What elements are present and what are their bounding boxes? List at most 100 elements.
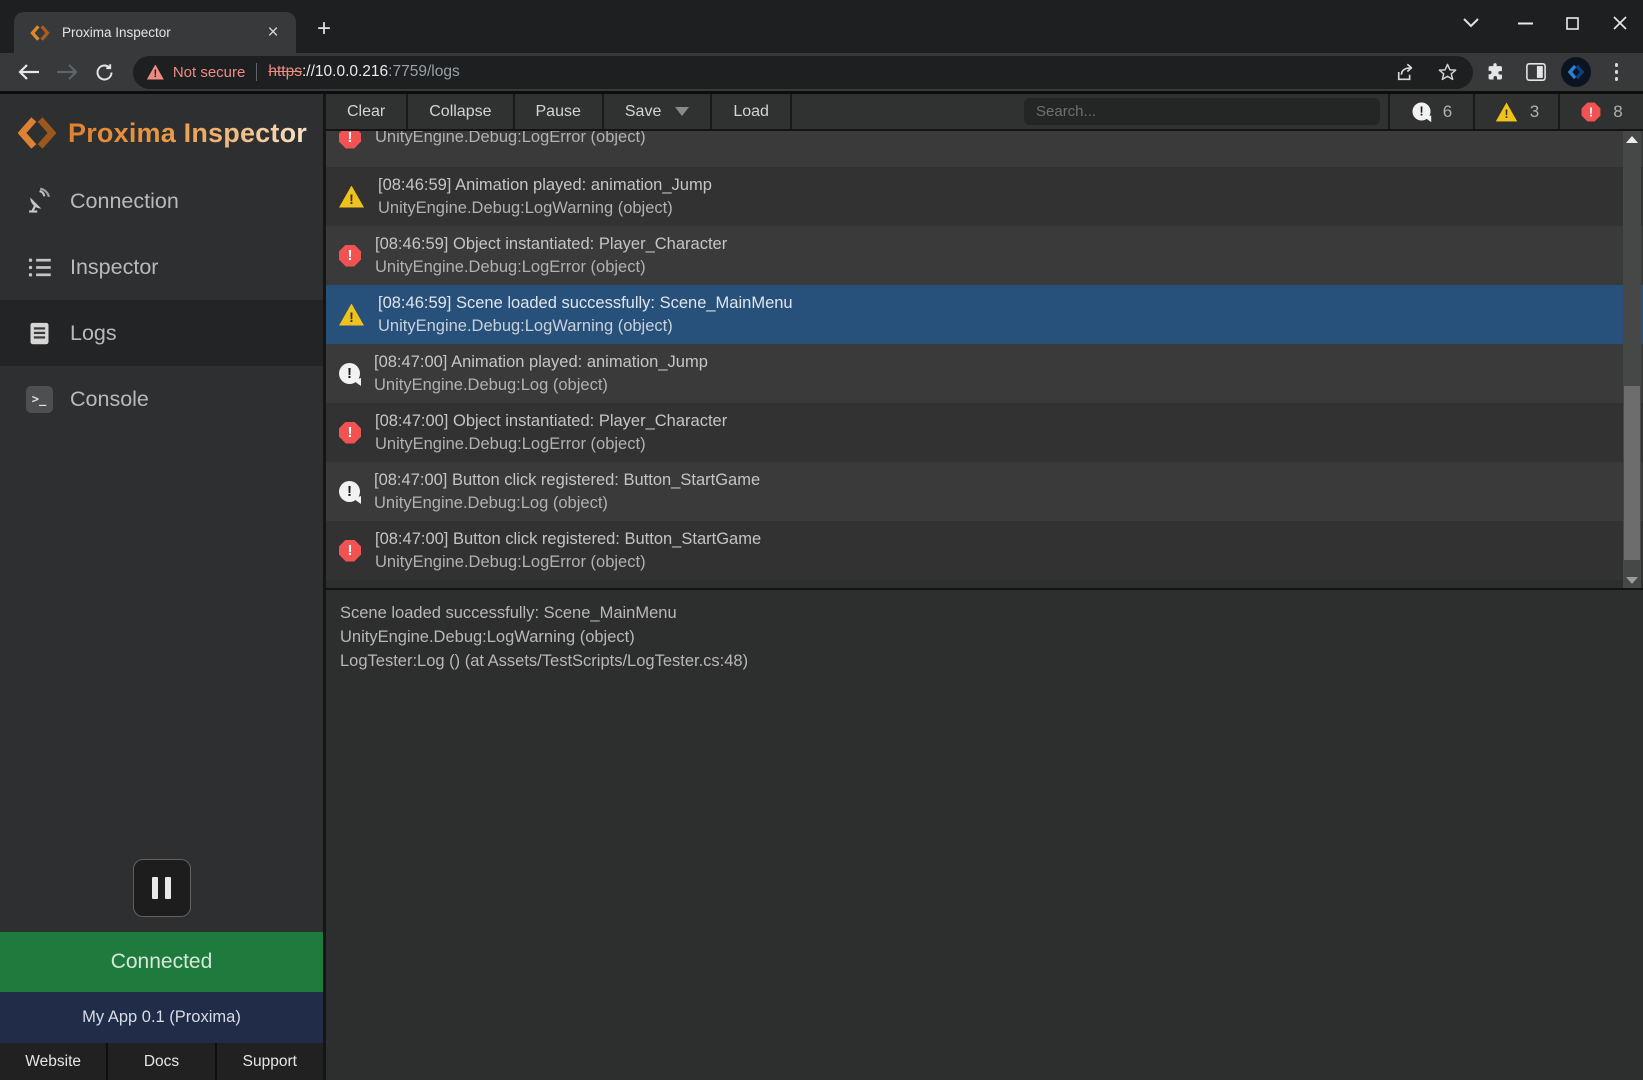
log-row-selected[interactable]: [08:46:59] Scene loaded successfully: Sc… xyxy=(326,285,1643,344)
app-info-bar: My App 0.1 (Proxima) xyxy=(0,992,323,1043)
sidebar: Proxima Inspector Connection xyxy=(0,94,326,1080)
browser-window: Proxima Inspector × + xyxy=(0,0,1643,1080)
error-count-filter[interactable]: 8 xyxy=(1558,94,1643,129)
sidebar-item-console[interactable]: >_ Console xyxy=(0,366,323,432)
scrollbar-thumb[interactable] xyxy=(1624,386,1640,560)
sidebar-item-label: Inspector xyxy=(70,255,158,280)
log-row[interactable]: [08:47:00] Button click registered: Butt… xyxy=(326,462,1643,521)
search-input[interactable] xyxy=(1024,98,1380,125)
log-list: UnityEngine.Debug:LogError (object) [08:… xyxy=(326,131,1643,590)
forward-button[interactable] xyxy=(50,56,85,88)
warning-count-filter[interactable]: 3 xyxy=(1473,94,1558,129)
window-minimize-button[interactable] xyxy=(1502,0,1549,46)
not-secure-warning-icon xyxy=(147,65,164,80)
warning-count: 3 xyxy=(1530,102,1539,122)
log-row[interactable]: [08:46:59] Animation played: animation_J… xyxy=(326,167,1643,226)
not-secure-badge[interactable]: Not secure xyxy=(147,64,246,81)
satellite-dish-icon xyxy=(24,187,54,215)
save-button[interactable]: Save xyxy=(604,94,712,129)
url-host: ://10.0.0.216 xyxy=(302,63,388,80)
warning-icon xyxy=(339,186,364,208)
extensions-puzzle-icon[interactable] xyxy=(1477,55,1514,89)
detail-message: Scene loaded successfully: Scene_MainMen… xyxy=(340,601,1629,625)
info-count: 6 xyxy=(1443,102,1452,122)
share-icon[interactable] xyxy=(1389,57,1423,87)
error-icon xyxy=(339,540,361,562)
tab-close-icon[interactable]: × xyxy=(260,20,286,46)
collapse-button[interactable]: Collapse xyxy=(408,94,514,129)
log-row[interactable]: [08:46:59] Object instantiated: Player_C… xyxy=(326,226,1643,285)
terminal-console-icon: >_ xyxy=(24,386,54,413)
sidebar-item-label: Console xyxy=(70,387,149,412)
back-button[interactable] xyxy=(12,56,47,88)
logs-toolbar: Clear Collapse Pause Save Load 6 3 xyxy=(326,94,1643,131)
list-tree-icon xyxy=(24,254,54,281)
window-maximize-button[interactable] xyxy=(1549,0,1596,46)
log-row[interactable]: [08:47:00] Animation played: animation_J… xyxy=(326,344,1643,403)
tab-title: Proxima Inspector xyxy=(62,25,260,40)
error-icon xyxy=(339,422,361,444)
warning-icon xyxy=(1496,102,1518,121)
document-logs-icon xyxy=(24,320,54,347)
window-close-button[interactable] xyxy=(1596,0,1643,46)
proxima-logo-icon xyxy=(18,114,56,152)
log-detail-panel: Scene loaded successfully: Scene_MainMen… xyxy=(326,590,1643,1080)
logs-page: Clear Collapse Pause Save Load 6 3 xyxy=(326,94,1643,1080)
error-count: 8 xyxy=(1613,102,1622,122)
reload-button[interactable] xyxy=(87,56,122,88)
scroll-down-arrow-icon[interactable] xyxy=(1623,572,1641,588)
sidebar-footer: Website Docs Support xyxy=(0,1043,323,1080)
brand-title: Proxima Inspector xyxy=(68,118,307,149)
error-icon xyxy=(1582,102,1601,121)
pause-button[interactable]: Pause xyxy=(515,94,604,129)
pause-icon xyxy=(165,877,171,899)
footer-link-website[interactable]: Website xyxy=(0,1043,106,1080)
omnibox-divider xyxy=(256,63,257,81)
error-icon xyxy=(339,245,361,267)
sidebar-item-label: Logs xyxy=(70,321,117,346)
warning-icon xyxy=(339,304,364,326)
new-tab-button[interactable]: + xyxy=(304,9,344,49)
favicon-proxima-icon xyxy=(30,23,50,43)
load-button[interactable]: Load xyxy=(712,94,792,129)
footer-link-docs[interactable]: Docs xyxy=(106,1043,214,1080)
save-dropdown-caret-icon[interactable] xyxy=(675,107,689,116)
info-count-filter[interactable]: 6 xyxy=(1388,94,1473,129)
bookmark-star-icon[interactable] xyxy=(1431,57,1465,87)
tab-search-chevron-icon[interactable] xyxy=(1447,0,1494,46)
browser-addressbar: Not secure https://10.0.0.216:7759/logs xyxy=(0,53,1643,91)
pause-icon xyxy=(152,877,158,899)
side-panel-icon[interactable] xyxy=(1517,55,1554,89)
connection-status-badge: Connected xyxy=(0,932,323,992)
brand: Proxima Inspector xyxy=(0,94,323,168)
info-icon xyxy=(339,481,360,502)
detail-source: LogTester:Log () (at Assets/TestScripts/… xyxy=(340,649,1629,673)
url-omnibox[interactable]: Not secure https://10.0.0.216:7759/logs xyxy=(133,56,1473,89)
browser-tab[interactable]: Proxima Inspector × xyxy=(14,12,296,53)
log-row[interactable]: [08:47:00] Button click registered: Butt… xyxy=(326,521,1643,580)
profile-avatar[interactable] xyxy=(1558,55,1595,89)
error-icon xyxy=(339,131,361,149)
detail-stack: UnityEngine.Debug:LogWarning (object) xyxy=(340,625,1629,649)
footer-link-support[interactable]: Support xyxy=(215,1043,323,1080)
log-scrollbar[interactable] xyxy=(1623,131,1641,588)
url-path: :7759/logs xyxy=(388,63,460,80)
browser-titlebar: Proxima Inspector × + xyxy=(0,0,1643,53)
toolbar-spacer xyxy=(792,94,1024,129)
info-icon xyxy=(339,363,360,384)
log-row[interactable]: UnityEngine.Debug:LogError (object) xyxy=(326,131,1643,167)
url-text: https://10.0.0.216:7759/logs xyxy=(268,63,459,81)
sidebar-item-inspector[interactable]: Inspector xyxy=(0,234,323,300)
url-scheme: https xyxy=(268,63,302,80)
log-row[interactable]: [08:47:00] Object instantiated: Player_C… xyxy=(326,403,1643,462)
sidebar-item-label: Connection xyxy=(70,189,179,214)
scroll-up-arrow-icon[interactable] xyxy=(1623,131,1641,147)
proxima-app: Proxima Inspector Connection xyxy=(0,91,1643,1080)
clear-button[interactable]: Clear xyxy=(326,94,408,129)
pause-stream-button[interactable] xyxy=(133,859,191,917)
browser-menu-kebab-icon[interactable] xyxy=(1598,55,1635,89)
sidebar-item-logs[interactable]: Logs xyxy=(0,300,323,366)
info-icon xyxy=(1412,102,1430,120)
not-secure-label: Not secure xyxy=(173,64,246,81)
sidebar-item-connection[interactable]: Connection xyxy=(0,168,323,234)
